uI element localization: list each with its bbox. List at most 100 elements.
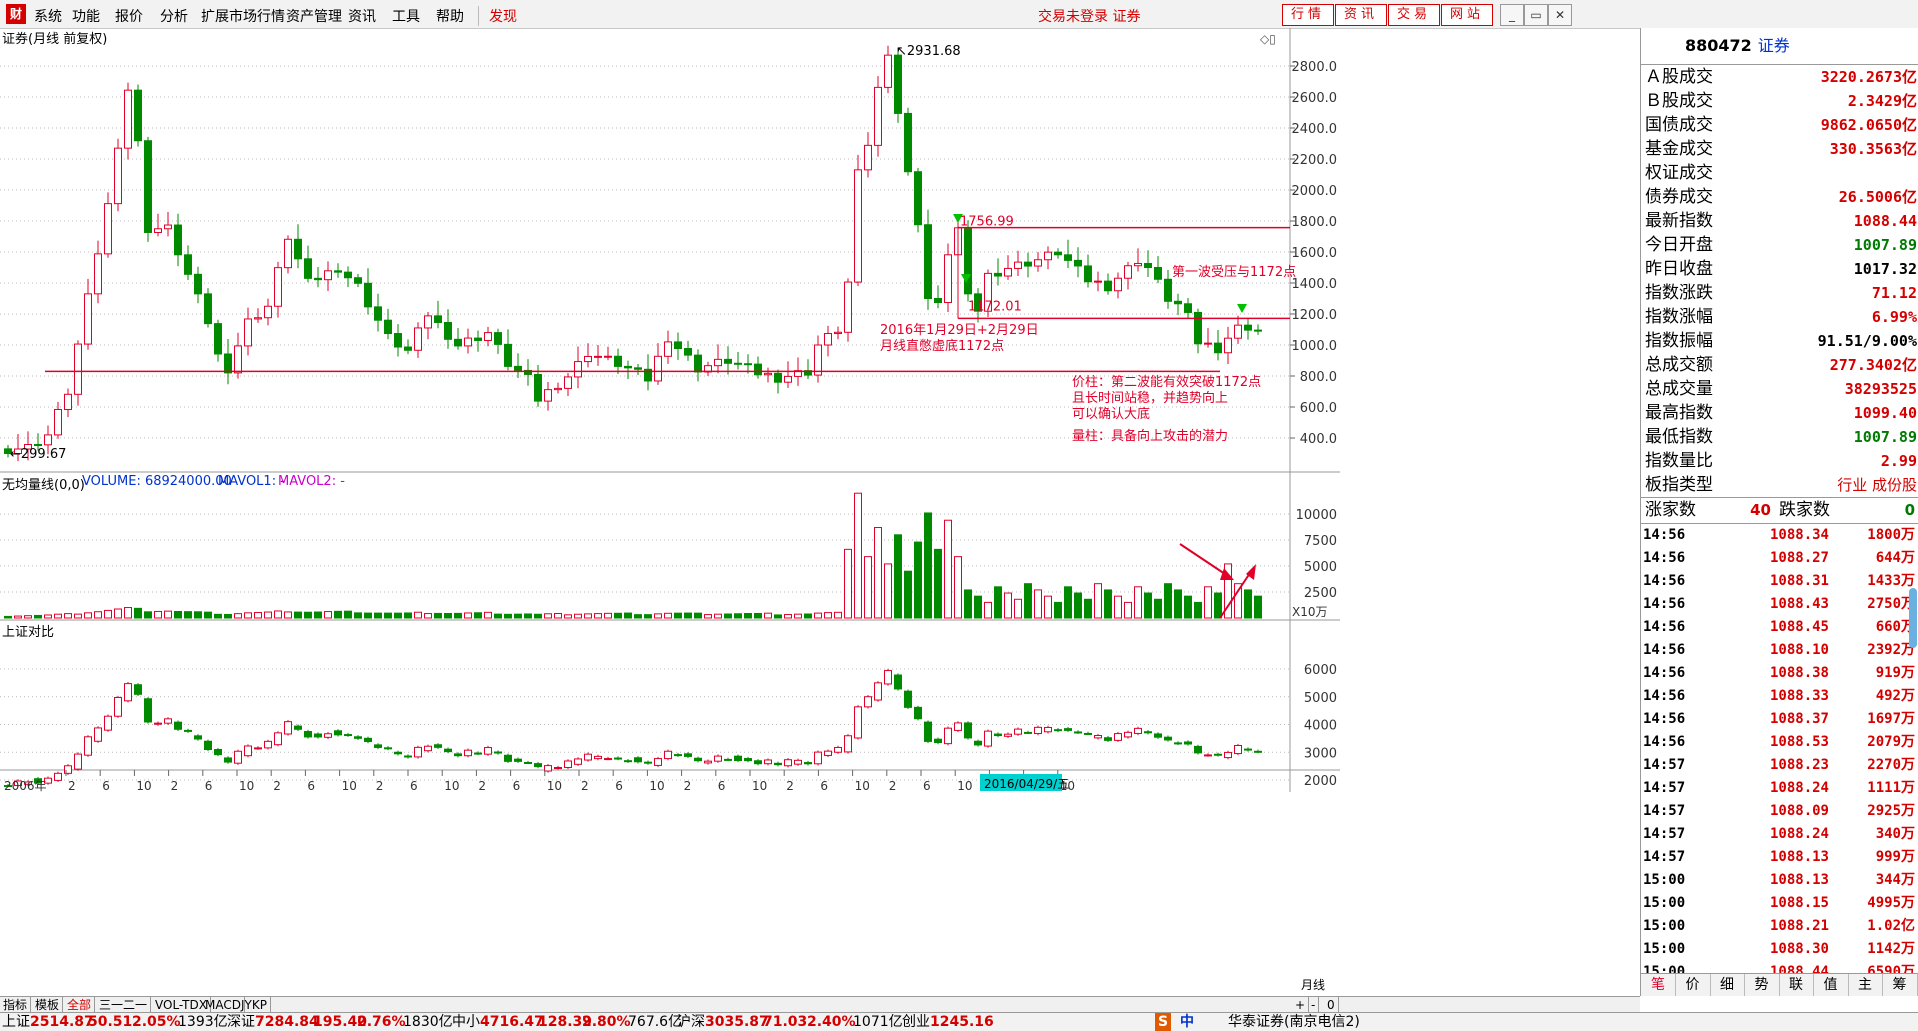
status-index-label[interactable]: 创业 <box>902 1013 930 1031</box>
menu-extended-market[interactable]: 扩展市场行情 <box>201 6 285 26</box>
volume-bar <box>204 611 212 619</box>
compare-body <box>504 754 512 762</box>
quote-tab[interactable]: 势 <box>1745 974 1780 996</box>
volume-bar <box>1174 589 1182 619</box>
tick-time: 14:56 <box>1643 596 1686 612</box>
status-index-label[interactable]: 上证 <box>2 1013 30 1031</box>
ime-mode-icon[interactable]: 中 <box>1180 1013 1194 1031</box>
tick-row: 15:00 1088.15 4995万 <box>1641 892 1918 915</box>
tab-template[interactable]: 模板 <box>32 997 64 1013</box>
candle-body <box>1174 300 1182 305</box>
period-label[interactable]: 月线 <box>1298 977 1328 993</box>
candle-body <box>234 345 242 374</box>
compare-body <box>664 750 672 760</box>
compare-body <box>384 747 392 750</box>
candle-body <box>1074 259 1082 267</box>
time-tick-label: 10 <box>547 779 562 793</box>
tick-row: 15:00 1088.30 1142万 <box>1641 938 1918 961</box>
volume-bar <box>774 614 782 619</box>
tab-sanyi[interactable]: 三一二一 <box>96 997 152 1013</box>
compare-body <box>574 758 582 765</box>
panel-toggle-icon[interactable]: ◇▯ <box>1260 32 1276 46</box>
menu-discover[interactable]: 发现 <box>478 6 517 26</box>
volume-bar <box>1164 583 1172 619</box>
quote-tab[interactable]: 筹 <box>1883 974 1918 996</box>
tick-time: 14:56 <box>1643 711 1686 727</box>
menu-analysis[interactable]: 分析 <box>160 6 188 26</box>
nav-tab-market[interactable]: 行情 <box>1282 4 1334 26</box>
volume-bar <box>44 614 52 619</box>
quote-tab[interactable]: 值 <box>1814 974 1849 996</box>
menu-function[interactable]: 功能 <box>72 6 100 26</box>
candle-body <box>504 343 512 367</box>
restore-icon[interactable]: ▭ <box>1524 4 1548 26</box>
quote-tab[interactable]: 主 <box>1848 974 1883 996</box>
tick-list[interactable]: 14:56 1088.34 1800万 14:56 1088.27 644万 14:56 10… <box>1641 524 1918 984</box>
nav-tab-news[interactable]: 资讯 <box>1335 4 1387 26</box>
candle-body <box>714 358 722 367</box>
nav-tab-website[interactable]: 网站 <box>1441 4 1493 26</box>
quote-row-label: 指数量比 <box>1645 451 1713 471</box>
zoom-in-button[interactable]: + <box>1292 997 1310 1013</box>
quote-row-label: 基金成交 <box>1645 139 1713 159</box>
low-price-label: ←299.67 <box>10 447 66 462</box>
zoom-reset-button[interactable]: 0 <box>1324 997 1339 1013</box>
menu-quote[interactable]: 报价 <box>115 6 143 26</box>
compare-body <box>334 730 342 736</box>
status-index-label[interactable]: 中小 <box>452 1013 480 1031</box>
compare-body <box>624 760 632 763</box>
candle-body <box>1154 267 1162 280</box>
candle-body <box>854 169 862 283</box>
tick-row: 15:00 1088.21 1.02亿 <box>1641 915 1918 938</box>
tick-time: 14:56 <box>1643 619 1686 635</box>
quote-tab[interactable]: 细 <box>1710 974 1745 996</box>
volume-bar <box>174 610 182 619</box>
compare-body <box>1234 744 1242 755</box>
indicator-tabs: 指标 模板 全部 三一二一 VOL-TDX MACD JYKP + - 0 月线 <box>0 978 1640 1013</box>
ime-logo-icon[interactable]: S <box>1155 1013 1172 1031</box>
nav-tab-trade[interactable]: 交易 <box>1388 4 1440 26</box>
time-tick-label: 2 <box>68 779 76 793</box>
status-index-label[interactable]: 沪深 <box>677 1013 705 1031</box>
status-index-change: 71.03 <box>763 1014 808 1030</box>
quote-tab[interactable]: 联 <box>1779 974 1814 996</box>
price-note-3: 可以确认大底 <box>1072 406 1150 422</box>
status-index-value: 4716.47 <box>480 1014 544 1030</box>
kline-chart[interactable]: 2800.02600.02400.02200.02000.01800.01600… <box>0 28 1640 996</box>
compare-body <box>294 725 302 730</box>
menu-asset-mgmt[interactable]: 资产管理 <box>286 6 342 26</box>
status-index-label[interactable]: 深证 <box>227 1013 255 1031</box>
candle-body <box>1144 262 1152 269</box>
status-index-pct: 2.40% <box>807 1014 856 1030</box>
zoom-out-button[interactable]: - <box>1308 997 1320 1013</box>
tick-volume: 1697万 <box>1867 711 1915 727</box>
tab-indicator[interactable]: 指标 <box>0 997 32 1013</box>
tab-all[interactable]: 全部 <box>64 997 96 1013</box>
candle-body <box>34 444 42 447</box>
menu-news[interactable]: 资讯 <box>348 6 376 26</box>
menu-tools[interactable]: 工具 <box>392 6 420 26</box>
quote-row-value: 3220.2673亿 <box>1820 68 1917 86</box>
compare-body <box>964 722 972 739</box>
close-icon[interactable]: ✕ <box>1548 4 1572 26</box>
menu-system[interactable]: 系统 <box>34 6 62 26</box>
chart-area[interactable]: 2800.0 2600.0 2400.0 2200.0 2000.0 1800.0 1600… <box>0 28 1640 996</box>
quote-tab[interactable]: 价 <box>1676 974 1711 996</box>
tick-scrollbar[interactable] <box>1909 588 1917 648</box>
compare-body <box>554 766 562 769</box>
compare-body <box>374 744 382 748</box>
minimize-icon[interactable]: _ <box>1500 4 1524 26</box>
broker-label: 华泰证券(南京电信2) <box>1228 1014 1360 1030</box>
quote-row-value: 91.51/9.00% <box>1817 332 1917 350</box>
quote-tab[interactable]: 笔 <box>1641 974 1676 996</box>
status-index-value: 7284.84 <box>255 1014 319 1030</box>
volume-bar <box>894 534 902 619</box>
quote-row-value: 26.5006亿 <box>1838 188 1917 206</box>
tab-jykp[interactable]: JYKP <box>238 997 271 1013</box>
candle-body <box>1234 324 1242 339</box>
quote-row: 指数量比 2.99 <box>1641 449 1918 473</box>
volume-bar <box>444 613 452 619</box>
menu-help[interactable]: 帮助 <box>436 6 464 26</box>
compare-body <box>944 727 952 745</box>
down-count: 0 <box>1904 501 1915 519</box>
